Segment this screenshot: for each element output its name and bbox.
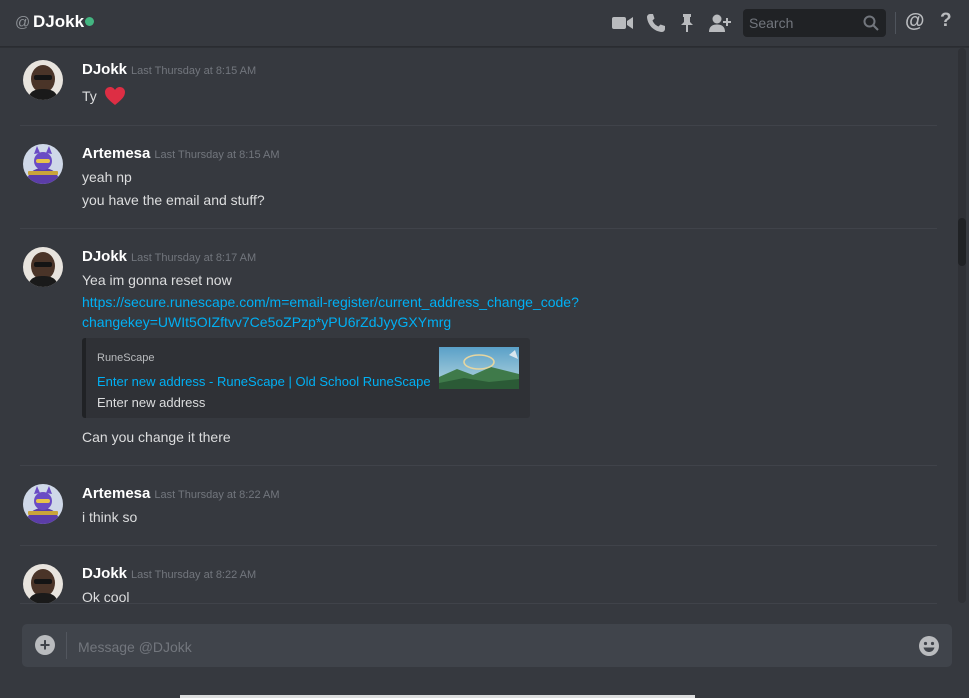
dm-username[interactable]: DJokk (33, 12, 84, 32)
message-divider (20, 228, 937, 229)
search-icon[interactable] (863, 15, 879, 36)
scrollbar-track[interactable] (958, 48, 966, 603)
online-status-dot (85, 17, 94, 26)
message-composer: + (22, 624, 952, 669)
emoji-icon[interactable] (918, 635, 940, 662)
message-content: Ty (82, 86, 126, 109)
message-content: Yea im gonna reset now (82, 272, 232, 288)
avatar[interactable] (23, 60, 63, 100)
message-timestamp: Last Thursday at 8:22 AM (154, 489, 280, 501)
message-list[interactable]: DJokk Last Thursday at 8:15 AM Ty Artemes… (0, 48, 955, 603)
pin-icon[interactable] (676, 12, 698, 34)
message-divider (20, 125, 937, 126)
channel-header: @ DJokk @ ? (0, 0, 969, 47)
search-input[interactable] (743, 9, 864, 37)
help-icon[interactable]: ? (940, 10, 952, 32)
add-attachment-icon[interactable]: + (35, 635, 55, 655)
message-content: i think so (82, 509, 138, 525)
message-divider (20, 545, 937, 546)
message-link[interactable]: https://secure.runescape.com/m=email-reg… (82, 292, 622, 332)
dm-at-icon: @ (15, 14, 31, 31)
link-embed: RuneScape Enter new address - RuneScape … (82, 338, 530, 418)
message-timestamp: Last Thursday at 8:22 AM (131, 569, 257, 581)
voice-call-icon[interactable] (645, 12, 667, 34)
link-line[interactable]: changekey=UWIt5OIZftvv7Ce5oZPzp*yPU6rZdJ… (82, 312, 622, 332)
message-content: you have the email and stuff? (82, 192, 265, 208)
message-author[interactable]: Artemesa Last Thursday at 8:22 AM (82, 485, 280, 502)
message-content: Ok cool (82, 589, 130, 603)
scrollbar-thumb[interactable] (958, 218, 966, 266)
heart-emoji-icon (104, 86, 126, 109)
add-friend-icon[interactable] (707, 12, 733, 34)
message-author[interactable]: DJokk Last Thursday at 8:15 AM (82, 61, 256, 78)
search-box[interactable] (743, 9, 886, 37)
message-timestamp: Last Thursday at 8:15 AM (154, 149, 280, 161)
embed-title[interactable]: Enter new address - RuneScape | Old Scho… (97, 374, 431, 389)
message-author[interactable]: DJokk Last Thursday at 8:17 AM (82, 248, 256, 265)
avatar[interactable] (23, 484, 63, 524)
composer-separator (66, 632, 67, 659)
message-author[interactable]: DJokk Last Thursday at 8:22 AM (82, 565, 256, 582)
link-line[interactable]: https://secure.runescape.com/m=email-reg… (82, 292, 622, 312)
video-call-icon[interactable] (612, 12, 634, 34)
message-content: yeah np (82, 169, 132, 185)
message-author[interactable]: Artemesa Last Thursday at 8:15 AM (82, 145, 280, 162)
embed-provider[interactable]: RuneScape (97, 352, 155, 364)
mention-icon[interactable]: @ (905, 10, 925, 33)
header-divider (895, 12, 896, 34)
embed-description: Enter new address (97, 395, 206, 410)
composer-divider (20, 603, 937, 604)
message-timestamp: Last Thursday at 8:17 AM (131, 252, 257, 264)
avatar[interactable] (23, 564, 63, 603)
avatar[interactable] (23, 247, 63, 287)
message-timestamp: Last Thursday at 8:15 AM (131, 65, 257, 77)
message-input[interactable] (76, 624, 900, 669)
embed-thumbnail[interactable] (439, 347, 519, 389)
message-divider (20, 465, 937, 466)
message-content: Can you change it there (82, 429, 231, 445)
avatar[interactable] (23, 144, 63, 184)
